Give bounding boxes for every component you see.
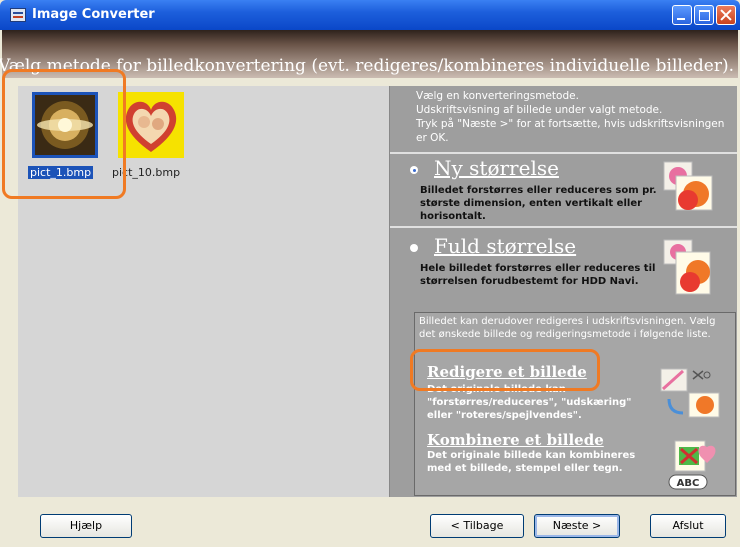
radio-ny-storrelse[interactable] (410, 166, 418, 174)
thumbnail-image[interactable] (118, 92, 184, 158)
next-button[interactable]: Næste > (534, 514, 620, 538)
option-fuld-storrelse-desc: Hele billedet forstørres eller reduceres… (420, 263, 656, 287)
option-fuld-storrelse-title[interactable]: Fuld størrelse (434, 234, 576, 258)
window-title: Image Converter (32, 7, 155, 22)
quit-button[interactable]: Afslut (650, 514, 726, 538)
method-instructions: Vælg en konverteringsmetode. Udskriftsvi… (416, 89, 734, 145)
edit-tools-icon (660, 368, 720, 418)
help-button[interactable]: Hjælp (40, 514, 132, 538)
method-instructions-text: Vælg en konverteringsmetode. Udskriftsvi… (416, 90, 725, 144)
title-bar: Image Converter (0, 0, 740, 30)
back-button[interactable]: < Tilbage (430, 514, 524, 538)
radio-fuld-storrelse[interactable] (410, 244, 418, 252)
app-icon (10, 8, 26, 22)
divider (390, 226, 737, 228)
full-size-icon (663, 239, 711, 295)
edit-section: Billedet kan derudover redigeres i udskr… (414, 312, 736, 496)
maximize-button[interactable] (694, 5, 714, 25)
button-bar: Hjælp < Tilbage Næste > Afslut (2, 500, 738, 545)
edit-instructions: Billedet kan derudover redigeres i udskr… (419, 316, 716, 340)
divider (390, 152, 737, 154)
close-button[interactable] (716, 5, 736, 25)
option-ny-storrelse-title[interactable]: Ny størrelse (434, 156, 559, 180)
combine-image-desc: Det originale billede kan kombineres med… (427, 450, 636, 474)
combine-icon: ABC (668, 440, 716, 490)
minimize-button[interactable] (672, 5, 692, 25)
highlight-thumbnail-annotation (2, 69, 126, 199)
abc-label: ABC (677, 478, 700, 489)
highlight-edit-link-annotation (410, 349, 600, 391)
option-ny-storrelse-desc: Billedet forstørres eller reduceres som … (420, 185, 657, 222)
method-panel: Vælg en konverteringsmetode. Udskriftsvi… (390, 86, 737, 497)
combine-image-link[interactable]: Kombinere et billede (427, 431, 604, 449)
resize-icon (663, 161, 713, 211)
